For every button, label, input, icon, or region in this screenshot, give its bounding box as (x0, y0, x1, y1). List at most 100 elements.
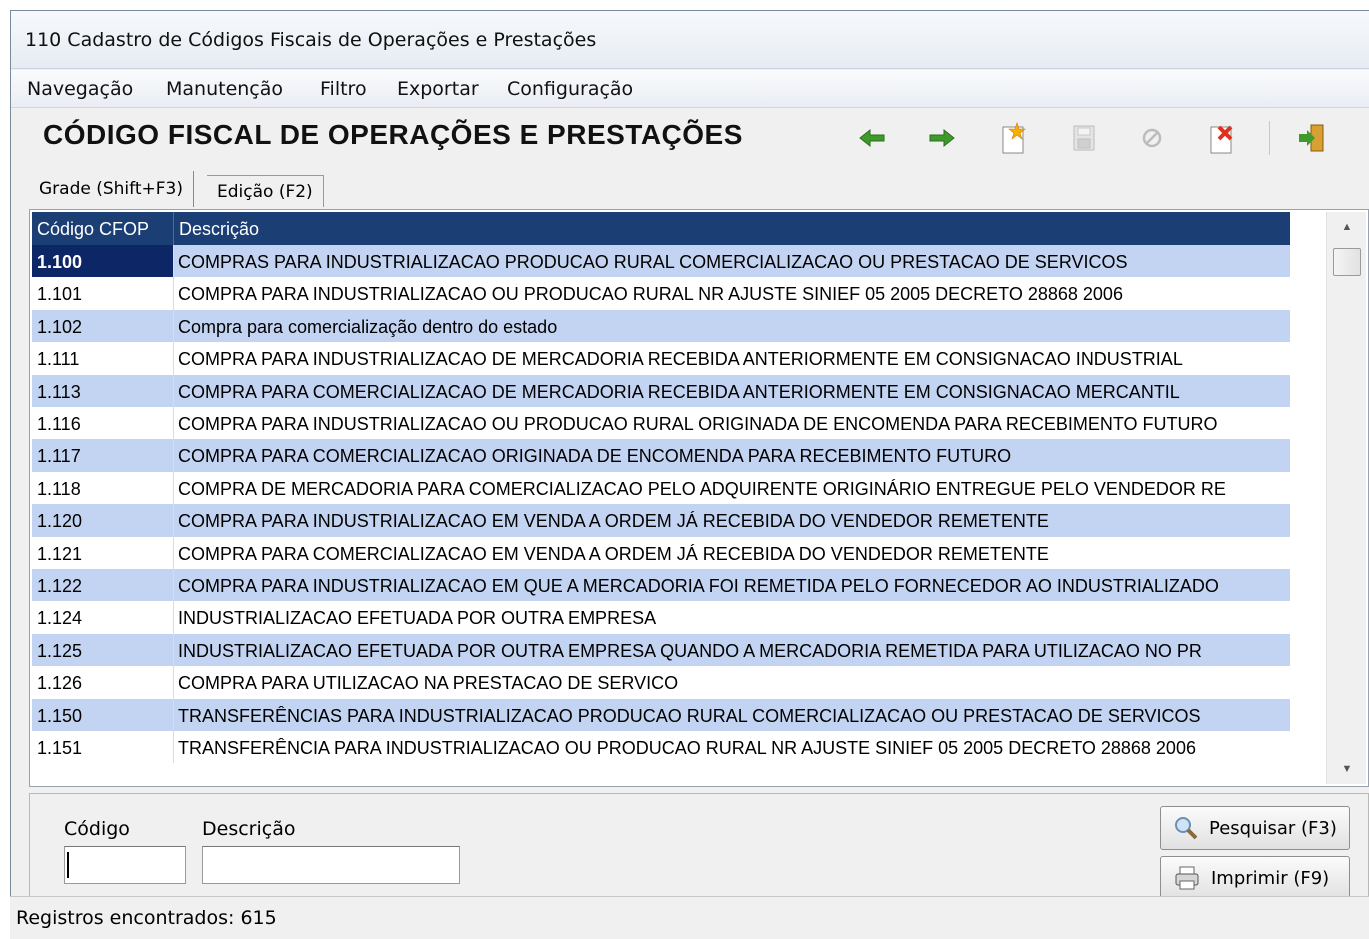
cell-description[interactable]: INDUSTRIALIZACAO EFETUADA POR OUTRA EMPR… (178, 641, 1288, 662)
next-button[interactable] (923, 119, 961, 157)
menu-configuracao[interactable]: Configuração (507, 78, 633, 100)
cell-code[interactable]: 1.117 (37, 446, 171, 466)
cell-description[interactable]: COMPRA PARA INDUSTRIALIZACAO EM QUE A ME… (178, 576, 1288, 597)
table-row[interactable]: 1.116 COMPRA PARA INDUSTRIALIZACAO OU PRO… (32, 407, 1290, 440)
cell-code[interactable]: 1.125 (37, 641, 171, 661)
column-divider (173, 698, 174, 731)
table-row[interactable]: 1.120 COMPRA PARA INDUSTRIALIZACAO EM VEN… (32, 504, 1290, 537)
scroll-down-icon[interactable]: ▼ (1327, 754, 1367, 784)
exit-button[interactable] (1293, 119, 1331, 157)
cell-code[interactable]: 1.150 (37, 706, 171, 726)
table-row[interactable]: 1.118 COMPRA DE MERCADORIA PARA COMERCIAL… (32, 471, 1290, 505)
delete-button[interactable] (1203, 119, 1241, 157)
cell-code[interactable]: 1.111 (37, 349, 171, 369)
cell-code[interactable]: 1.151 (37, 738, 171, 758)
cell-description[interactable]: COMPRA PARA COMERCIALIZACAO EM VENDA A O… (178, 544, 1288, 565)
menu-filtro[interactable]: Filtro (320, 78, 367, 100)
cell-description[interactable]: COMPRA PARA INDUSTRIALIZACAO DE MERCADOR… (178, 349, 1288, 370)
table-row[interactable]: 1.122 COMPRA PARA INDUSTRIALIZACAO EM QUE… (32, 569, 1290, 602)
data-grid: Código CFOP Descrição 1.100 COMPRAS PARA … (29, 209, 1369, 787)
description-input[interactable] (202, 846, 460, 884)
cell-code[interactable]: 1.102 (37, 317, 171, 337)
column-divider (173, 536, 174, 569)
table-row[interactable]: 1.117 COMPRA PARA COMERCIALIZACAO ORIGINA… (32, 439, 1290, 472)
cell-description[interactable]: COMPRA PARA COMERCIALIZACAO ORIGINADA DE… (178, 446, 1288, 467)
cell-description[interactable]: TRANSFERÊNCIAS PARA INDUSTRIALIZACAO PRO… (178, 706, 1288, 727)
cell-code[interactable]: 1.122 (37, 576, 171, 596)
cell-code[interactable]: 1.124 (37, 608, 171, 628)
column-header-codigo[interactable]: Código CFOP (37, 219, 149, 240)
filter-panel: Código Descrição Pesquisar (F3) Imprimir… (29, 793, 1369, 903)
table-row[interactable]: 1.111 COMPRA PARA INDUSTRIALIZACAO DE MER… (32, 342, 1290, 375)
column-divider (173, 245, 174, 278)
save-button[interactable] (1065, 119, 1103, 157)
cell-description[interactable]: INDUSTRIALIZACAO EFETUADA POR OUTRA EMPR… (178, 608, 1288, 629)
cell-description[interactable]: TRANSFERÊNCIA PARA INDUSTRIALIZACAO OU P… (178, 738, 1288, 759)
tab-grade[interactable]: Grade (Shift+F3) (29, 171, 194, 207)
search-icon (1175, 817, 1198, 840)
cell-description[interactable]: COMPRA PARA UTILIZACAO NA PRESTACAO DE S… (178, 673, 1288, 694)
table-row[interactable]: 1.101 COMPRA PARA INDUSTRIALIZACAO OU PRO… (32, 277, 1290, 310)
column-divider (173, 439, 174, 472)
menu-exportar[interactable]: Exportar (397, 78, 479, 100)
column-divider (173, 212, 174, 245)
column-divider (173, 471, 174, 505)
cell-code[interactable]: 1.121 (37, 544, 171, 564)
table-row[interactable]: 1.126 COMPRA PARA UTILIZACAO NA PRESTACAO… (32, 666, 1290, 699)
cell-code[interactable]: 1.126 (37, 673, 171, 693)
scroll-thumb[interactable] (1333, 248, 1361, 276)
cell-description[interactable]: COMPRA PARA INDUSTRIALIZACAO EM VENDA A … (178, 511, 1288, 532)
toolbar: CÓDIGO FISCAL DE OPERAÇÕES E PRESTAÇÕES (11, 109, 1369, 167)
search-button[interactable]: Pesquisar (F3) (1160, 806, 1350, 850)
cell-description[interactable]: COMPRA PARA INDUSTRIALIZACAO OU PRODUCAO… (178, 284, 1288, 305)
column-divider (173, 731, 174, 764)
cell-description[interactable]: COMPRAS PARA INDUSTRIALIZACAO PRODUCAO R… (178, 252, 1288, 273)
table-row[interactable]: 1.151 TRANSFERÊNCIA PARA INDUSTRIALIZACAO… (32, 731, 1290, 764)
cancel-icon (1142, 128, 1162, 148)
cell-code[interactable]: 1.101 (37, 284, 171, 304)
cell-code[interactable]: 1.116 (37, 414, 171, 434)
print-button[interactable]: Imprimir (F9) (1160, 856, 1350, 900)
table-row[interactable]: 1.113 COMPRA PARA COMERCIALIZACAO DE MERC… (32, 374, 1290, 407)
column-divider (173, 504, 174, 537)
grid-body: 1.100 COMPRAS PARA INDUSTRIALIZACAO PRODU… (32, 245, 1290, 775)
arrow-left-icon (859, 128, 885, 148)
column-divider (173, 374, 174, 407)
menu-navegacao[interactable]: Navegação (27, 78, 133, 100)
table-row[interactable]: 1.100 COMPRAS PARA INDUSTRIALIZACAO PRODU… (32, 245, 1290, 278)
cell-description[interactable]: Compra para comercialização dentro do es… (178, 317, 1288, 338)
previous-button[interactable] (853, 119, 891, 157)
cell-description[interactable]: COMPRA PARA INDUSTRIALIZACAO OU PRODUCAO… (178, 414, 1288, 435)
cell-code[interactable]: 1.113 (37, 382, 171, 402)
text-cursor (67, 852, 69, 878)
records-count: Registros encontrados: 615 (16, 907, 277, 929)
cell-code[interactable]: 1.100 (32, 245, 173, 277)
code-label: Código (64, 818, 130, 840)
cell-code[interactable]: 1.120 (37, 511, 171, 531)
cell-description[interactable]: COMPRA PARA COMERCIALIZACAO DE MERCADORI… (178, 382, 1288, 403)
tab-edicao[interactable]: Edição (F2) (207, 175, 324, 207)
new-record-button[interactable] (995, 119, 1033, 157)
column-divider (173, 277, 174, 310)
arrow-right-icon (929, 128, 955, 148)
menu-manutencao[interactable]: Manutenção (166, 78, 283, 100)
code-input[interactable] (64, 846, 186, 884)
table-row[interactable]: 1.150 TRANSFERÊNCIAS PARA INDUSTRIALIZACA… (32, 698, 1290, 731)
app-window: 110 Cadastro de Códigos Fiscais de Opera… (10, 10, 1369, 939)
description-label: Descrição (202, 818, 296, 840)
printer-icon (1175, 866, 1199, 890)
column-divider (173, 601, 174, 634)
cancel-button[interactable] (1133, 119, 1171, 157)
table-row[interactable]: 1.121 COMPRA PARA COMERCIALIZACAO EM VEND… (32, 536, 1290, 569)
table-row[interactable]: 1.124 INDUSTRIALIZACAO EFETUADA POR OUTRA… (32, 601, 1290, 634)
new-document-icon (1002, 122, 1026, 154)
column-divider (173, 633, 174, 667)
table-row[interactable]: 1.125 INDUSTRIALIZACAO EFETUADA POR OUTRA… (32, 633, 1290, 667)
scroll-up-icon[interactable]: ▲ (1327, 212, 1367, 242)
vertical-scrollbar[interactable]: ▲ ▼ (1326, 212, 1366, 784)
table-row[interactable]: 1.102 Compra para comercialização dentro … (32, 309, 1290, 343)
cell-code[interactable]: 1.118 (37, 479, 171, 499)
column-header-descricao[interactable]: Descrição (179, 219, 259, 240)
cell-description[interactable]: COMPRA DE MERCADORIA PARA COMERCIALIZACA… (178, 479, 1288, 500)
menu-bar: Navegação Manutenção Filtro Exportar Con… (11, 70, 1369, 108)
